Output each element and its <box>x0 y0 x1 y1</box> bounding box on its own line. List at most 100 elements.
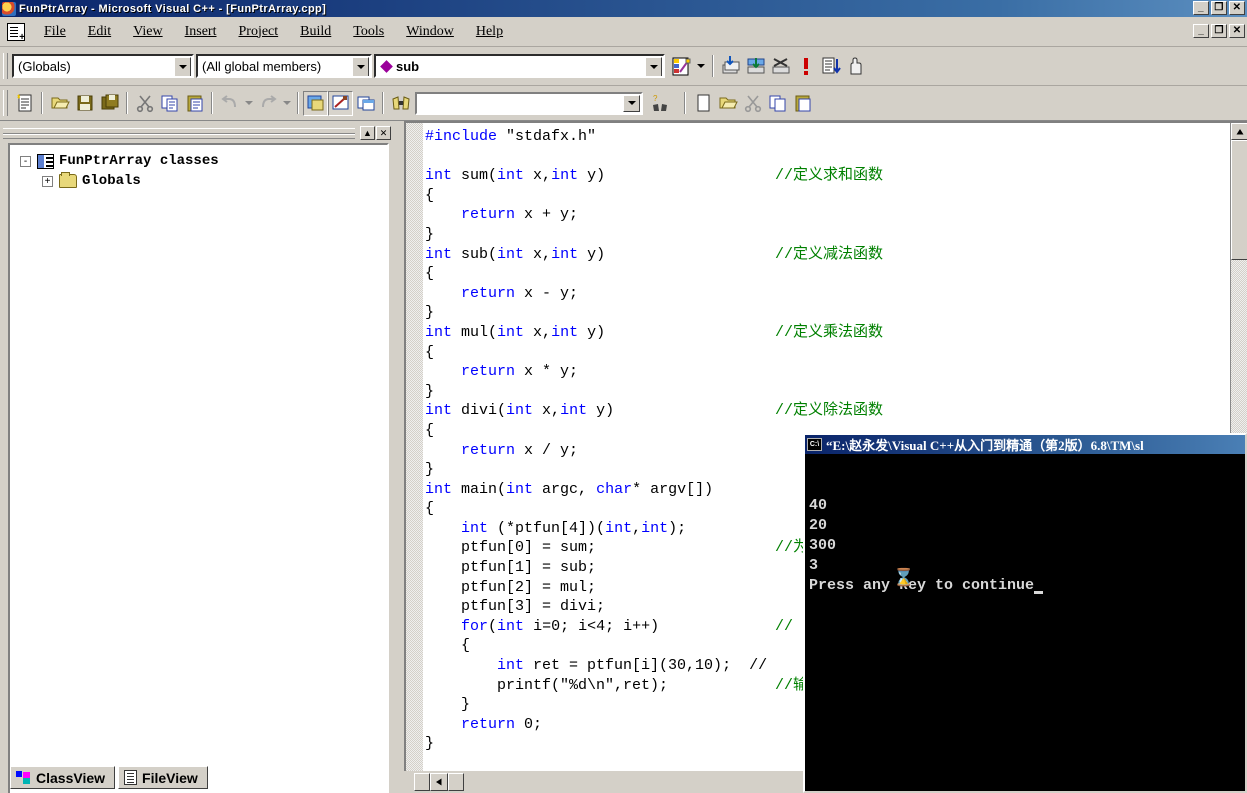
close-button[interactable]: ✕ <box>1229 1 1245 15</box>
code-text: { <box>425 265 435 283</box>
workspace-window-icon <box>307 95 323 111</box>
copy-button-2[interactable] <box>765 91 790 116</box>
document-close-button[interactable]: ✕ <box>1229 24 1245 38</box>
code-text: sum( <box>452 167 498 185</box>
code-text: } <box>425 382 435 400</box>
document-restore-button[interactable]: ❐ <box>1211 24 1227 38</box>
workspace-toggle-button[interactable] <box>303 90 328 116</box>
workspace-minimize-button[interactable]: ▲ <box>360 126 375 140</box>
menu-edit[interactable]: Edit <box>77 22 122 42</box>
new-file-icon <box>697 94 709 112</box>
cut-button-2[interactable] <box>740 91 765 116</box>
code-text: argc, <box>533 480 597 498</box>
members-combo[interactable]: (All global members) <box>196 54 372 78</box>
menu-insert[interactable]: Insert <box>174 22 228 42</box>
menu-help[interactable]: Help <box>465 22 514 42</box>
standard-toolbar-grip[interactable] <box>3 90 8 116</box>
restore-button[interactable]: ❐ <box>1211 1 1227 15</box>
code-text: x, <box>524 245 552 263</box>
wizardbar-dropdown-button[interactable] <box>694 54 708 79</box>
save-all-button[interactable] <box>97 91 122 116</box>
scroll-up-button[interactable] <box>1231 123 1247 140</box>
workspace-drag-grip[interactable] <box>3 127 355 139</box>
find-input[interactable] <box>417 93 619 111</box>
new-text-file-button[interactable] <box>12 91 37 116</box>
copy-button[interactable] <box>157 91 182 116</box>
menu-file[interactable]: File <box>33 22 77 42</box>
workspace-close-button[interactable]: ✕ <box>376 126 391 140</box>
tree-item-funptrarray-classes[interactable]: - FunPtrArray classes <box>10 151 387 171</box>
console-title-text: “E:\赵永发\Visual C++从入门到精通（第2版）6.8\TM\sl <box>826 438 1144 453</box>
code-text: x, <box>533 402 561 420</box>
build-button[interactable] <box>743 54 768 79</box>
document-minimize-button[interactable]: _ <box>1193 24 1209 38</box>
tab-classview[interactable]: ClassView <box>10 766 116 789</box>
code-keyword: int <box>425 245 453 263</box>
code-keyword: int <box>605 519 633 537</box>
code-keyword: int <box>497 323 525 341</box>
function-combo-chevron-down-icon[interactable] <box>645 57 662 76</box>
output-toggle-button[interactable] <box>328 90 353 116</box>
code-comment: //定义乘法函数 <box>775 323 884 341</box>
minimize-button[interactable]: _ <box>1193 1 1209 15</box>
tree-expander-expand-icon[interactable]: + <box>42 175 53 187</box>
save-button[interactable] <box>72 91 97 116</box>
redo-button[interactable] <box>255 91 280 116</box>
copy-icon <box>161 95 177 112</box>
compile-button[interactable] <box>718 54 743 79</box>
paste-button-2[interactable] <box>790 91 815 116</box>
new-file-button-2[interactable] <box>690 91 715 116</box>
undo-arrow-icon <box>220 95 236 108</box>
find-help-button[interactable]: ? <box>647 91 672 116</box>
scroll-left-button[interactable] <box>430 773 448 791</box>
code-text: x + y; <box>515 206 579 224</box>
hscroll-track[interactable] <box>414 773 466 791</box>
editor-scroll-thumb[interactable] <box>1231 140 1247 260</box>
menu-project[interactable]: Project <box>228 22 290 42</box>
find-combo[interactable] <box>415 91 643 115</box>
open-button[interactable] <box>47 91 72 116</box>
code-text: ptfun[2] = mul; <box>425 578 597 596</box>
open-file-button-2[interactable] <box>715 91 740 116</box>
menu-window[interactable]: Window <box>395 22 465 42</box>
document-system-menu-icon[interactable] <box>7 22 25 43</box>
code-text: y) <box>578 323 606 341</box>
console-line: 3 <box>809 557 819 574</box>
editor-selection-margin[interactable] <box>406 123 423 773</box>
visual-cpp-app-icon <box>2 1 16 16</box>
tree-item-globals[interactable]: + Globals <box>10 171 387 191</box>
code-keyword: int <box>425 167 453 185</box>
find-in-files-button[interactable] <box>388 91 413 116</box>
members-combo-chevron-down-icon[interactable] <box>352 57 369 76</box>
execute-program-button[interactable] <box>793 54 818 79</box>
menu-build[interactable]: Build <box>289 22 342 42</box>
tab-fileview[interactable]: FileView <box>118 766 208 789</box>
paste-button[interactable] <box>182 91 207 116</box>
code-keyword: int <box>560 402 588 420</box>
toolbar-grip[interactable] <box>3 53 8 79</box>
console-window[interactable]: C:\ “E:\赵永发\Visual C++从入门到精通（第2版）6.8\TM\… <box>803 433 1247 793</box>
code-keyword: return <box>461 441 516 459</box>
go-debug-button[interactable] <box>818 54 843 79</box>
wizardbar-action-button[interactable] <box>669 54 694 79</box>
stop-build-button[interactable] <box>768 54 793 79</box>
window-list-button[interactable] <box>353 91 378 116</box>
tree-expander-collapse-icon[interactable]: - <box>20 155 31 167</box>
menu-tools[interactable]: Tools <box>342 22 395 42</box>
menu-view[interactable]: View <box>122 22 173 42</box>
undo-button[interactable] <box>217 91 242 116</box>
undo-dropdown-button[interactable] <box>242 91 255 116</box>
class-combo[interactable]: (Globals) <box>12 54 194 78</box>
hscroll-spacer-left <box>414 773 430 791</box>
insert-breakpoint-button[interactable] <box>843 54 868 79</box>
redo-dropdown-button[interactable] <box>280 91 293 116</box>
find-combo-chevron-down-icon[interactable] <box>623 94 640 112</box>
cut-button[interactable] <box>132 91 157 116</box>
class-combo-chevron-down-icon[interactable] <box>174 57 191 76</box>
classview-tree[interactable]: - FunPtrArray classes + Globals <box>8 143 389 793</box>
function-combo[interactable]: sub <box>374 54 665 78</box>
